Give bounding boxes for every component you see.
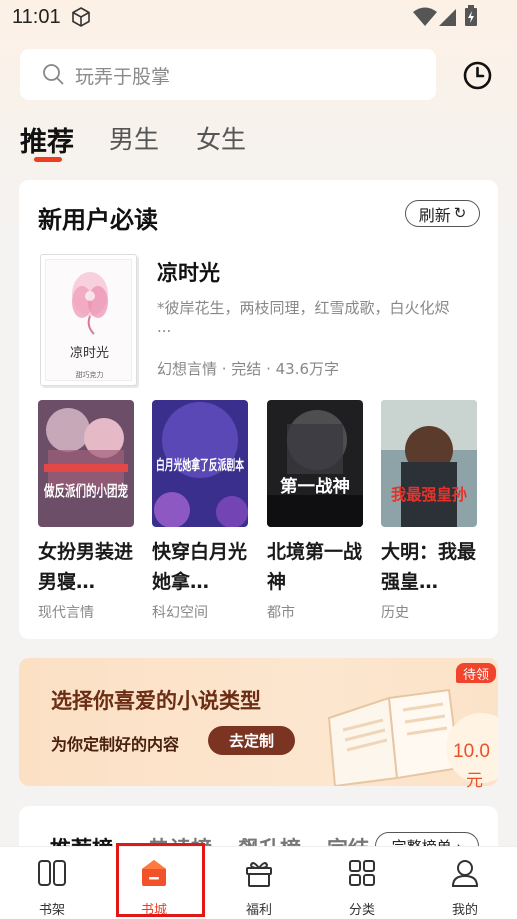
nav-label: 分类 [348,903,375,918]
book-cover: 第一战神 [267,400,363,527]
search-input[interactable]: 玩弄于股掌 [20,49,436,100]
featured-book-description: *彼岸花生，两枝同理，红雪成歌，白火化烬 [157,299,450,317]
tab-female[interactable]: 女生 [196,120,246,156]
featured-book-meta: 幻想言情 · 完结 · 43.6万字 [157,360,340,378]
cube-icon [72,7,90,27]
nav-label: 福利 [245,903,272,918]
svg-text:白月光她拿了反派剧本: 白月光她拿了反派剧本 [156,457,245,474]
tab-male[interactable]: 男生 [109,120,159,156]
profile-icon [451,860,479,887]
cover-author: 甜巧克力 [75,371,104,379]
search-icon [43,64,64,85]
cover-title: 凉时光 [69,346,109,361]
refresh-button[interactable]: 刷新 ↻ [405,200,480,227]
battery-charging-icon [465,5,477,26]
tab-active-indicator [34,157,62,162]
flower-illustration [72,272,108,335]
history-clock-icon[interactable] [462,60,493,91]
book-category: 科幻空间 [152,605,208,621]
svg-text:做反派们的小团宠: 做反派们的小团宠 [43,482,128,500]
selection-highlight-box [116,843,205,917]
book-category: 都市 [267,605,295,621]
book-category: 历史 [381,605,409,621]
category-grid-icon [349,860,375,886]
nav-label: 我的 [451,903,478,918]
section-title: 新用户必读 [38,206,158,234]
book-cover: 我最强皇孙 [381,400,477,527]
bookshelf-icon [38,860,66,886]
open-book-illustration [327,688,461,786]
refresh-label: 刷新 [418,205,451,225]
bottom-nav: 书架 书城 福利 分类 我的 [0,846,517,919]
signal-icon [439,9,456,26]
gift-icon [246,862,272,887]
book-title: 女扮男装进男寝… [38,541,134,593]
wifi-icon [413,7,437,26]
search-placeholder: 玩弄于股掌 [75,66,171,88]
book-title: 快穿白月光她拿… [152,541,248,593]
nav-welfare[interactable]: 福利 [219,847,299,919]
genre-customize-banner[interactable]: 选择你喜爱的小说类型 为你定制好的内容 去定制 [19,658,498,786]
svg-text:第一战神: 第一战神 [280,476,350,497]
book-title: 北境第一战神 [267,541,363,593]
reward-badge: 待领 [456,663,496,683]
featured-book-title[interactable]: 凉时光 [157,257,220,287]
nav-bookshelf[interactable]: 书架 [12,847,92,919]
svg-text:我最强皇孙: 我最强皇孙 [391,485,467,504]
status-bar: 11:01 [0,0,517,36]
book-cover: 做反派们的小团宠 [38,400,134,527]
reward-amount: 10.0 [453,741,490,762]
featured-book-cover[interactable]: 凉时光 甜巧克力 [40,254,137,386]
nav-label: 书架 [38,903,65,918]
book-cover: 白月光她拿了反派剧本 [152,400,248,527]
book-title: 大明：我最强皇… [381,541,477,593]
nav-profile[interactable]: 我的 [425,847,505,919]
tab-recommend[interactable]: 推荐 [20,120,74,159]
nav-category[interactable]: 分类 [322,847,402,919]
new-user-card: 新用户必读 刷新 ↻ 凉时光 甜巧克力 凉时光 *彼岸花生，两枝同理，红雪成歌，… [19,180,498,639]
status-time: 11:01 [12,6,61,28]
banner-subtitle: 为你定制好的内容 [51,735,180,754]
featured-book-ellipsis: ... [157,318,172,336]
refresh-icon: ↻ [453,204,467,222]
reward-unit: 元 [466,771,483,791]
book-category: 现代言情 [38,605,94,621]
customize-button[interactable]: 去定制 [208,726,295,755]
banner-title: 选择你喜爱的小说类型 [51,689,261,713]
